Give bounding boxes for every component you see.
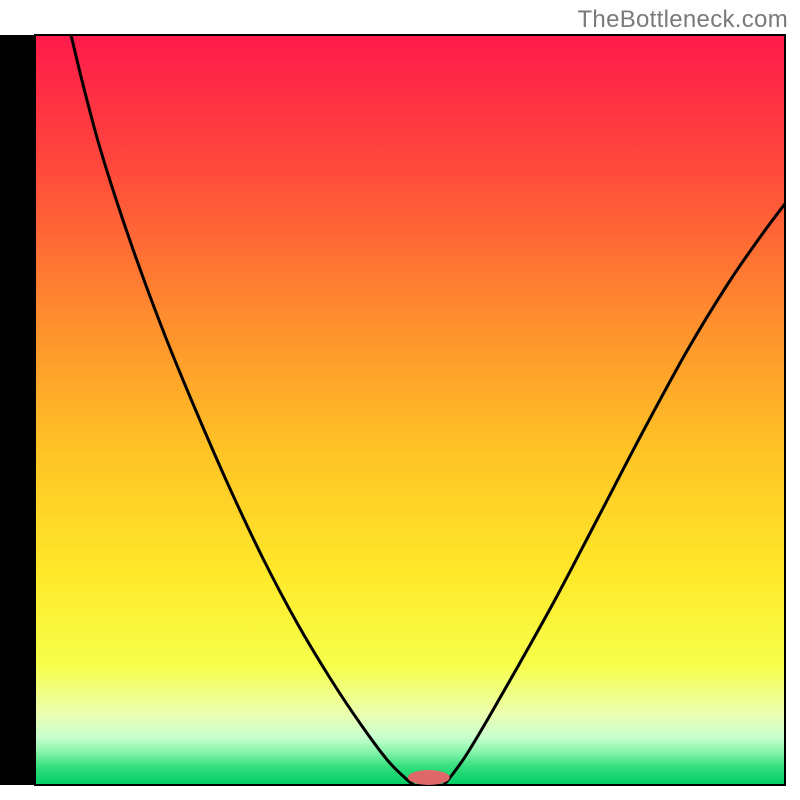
left-axis-bar: [0, 35, 35, 785]
bottleneck-chart: [0, 0, 800, 800]
optimum-marker: [408, 770, 450, 785]
watermark-text: TheBottleneck.com: [577, 6, 788, 34]
chart-container: TheBottleneck.com: [0, 0, 800, 800]
plot-background: [35, 35, 785, 785]
